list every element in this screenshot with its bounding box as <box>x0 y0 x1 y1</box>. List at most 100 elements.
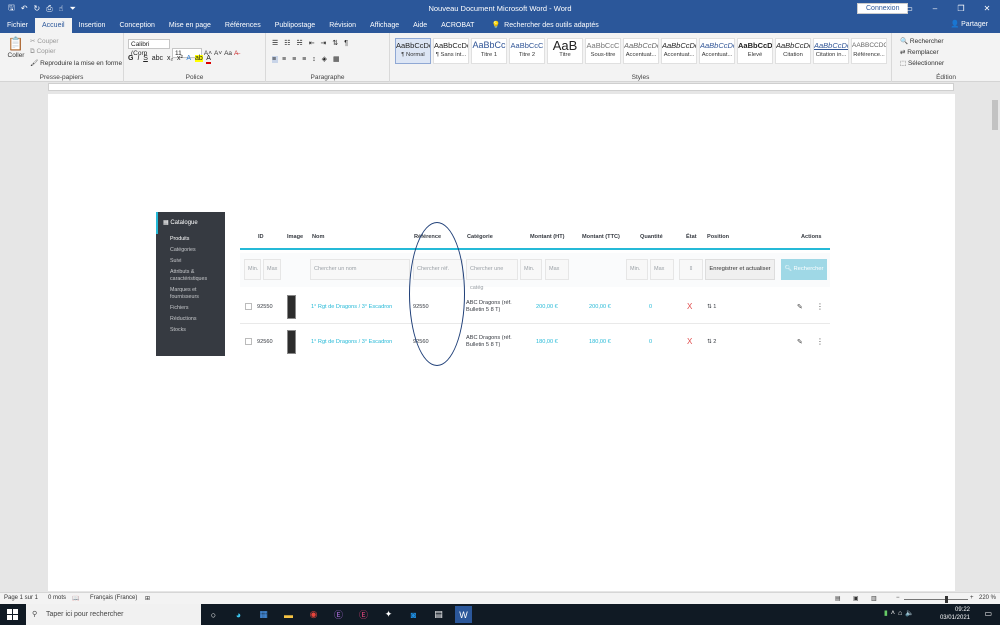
taskbar-search-box[interactable]: ⚲ Taper ici pour rechercher <box>26 604 201 625</box>
strikethrough-icon[interactable]: abc <box>152 55 163 62</box>
app-e-purple-icon[interactable]: Ⓔ <box>330 606 347 623</box>
chrome-icon[interactable]: ◉ <box>305 606 322 623</box>
word-icon[interactable]: W <box>455 606 472 623</box>
change-case-icon[interactable]: Aa <box>224 50 232 57</box>
style-subtitle[interactable]: AaBbCcC Sous-titre <box>585 38 621 64</box>
filter-qty-min[interactable]: Min. <box>626 259 648 280</box>
horizontal-ruler[interactable] <box>0 82 1000 92</box>
tab-conception[interactable]: Conception <box>112 18 161 33</box>
style-heading-2[interactable]: AaBbCcC Titre 2 <box>509 38 545 64</box>
notifications-icon[interactable]: ▭ <box>984 609 992 618</box>
style-emphasis[interactable]: AaBbCcDc Accentuat... <box>661 38 697 64</box>
save-and-refresh-button[interactable]: Enregistrer et actualiser <box>705 259 775 280</box>
zoom-out-icon[interactable]: − <box>896 595 900 601</box>
print-layout-icon[interactable]: ▣ <box>853 595 859 602</box>
style-no-spacing[interactable]: AaBbCcDc ¶ Sans int... <box>433 38 469 64</box>
align-right-icon[interactable]: ≡ <box>292 56 298 63</box>
print-icon[interactable]: ⎙ <box>46 4 52 14</box>
borders-icon[interactable]: ▦ <box>333 56 342 63</box>
highlight-icon[interactable]: ab <box>194 55 203 62</box>
row-position[interactable]: ⇅ 1 <box>707 289 716 324</box>
state-disabled-icon[interactable]: X <box>687 289 692 324</box>
justify-icon[interactable]: ≡ <box>302 56 308 63</box>
more-actions-icon[interactable]: ⋮ <box>816 289 824 324</box>
row-checkbox[interactable] <box>245 324 252 356</box>
row-price-ht[interactable]: 200,00 € <box>536 289 558 324</box>
text-effects-icon[interactable]: A <box>186 55 191 62</box>
tray-chevron-icon[interactable]: ˄ <box>891 610 898 617</box>
increase-indent-icon[interactable]: ⇥ <box>321 40 329 47</box>
tab-insertion[interactable]: Insertion <box>72 18 113 33</box>
save-icon[interactable]: 🖫 <box>8 2 15 16</box>
customize-qat-icon[interactable]: ⏷ <box>70 4 76 14</box>
italic-icon[interactable]: I <box>137 55 139 62</box>
drag-sort-icon[interactable]: ⇅ <box>707 339 712 345</box>
focus-mode-icon[interactable]: ▤ <box>835 595 841 602</box>
subscript-icon[interactable]: x₂ <box>167 55 173 62</box>
decrease-indent-icon[interactable]: ⇤ <box>309 40 317 47</box>
clear-format-icon[interactable]: A̶ <box>234 50 238 57</box>
embedded-screenshot[interactable]: ▦ Catalogue Produits Catégories Suivi At… <box>156 212 846 356</box>
drag-sort-icon[interactable]: ⇅ <box>707 304 712 310</box>
paste-button[interactable]: 📋 Coller <box>6 36 26 59</box>
zoom-in-icon[interactable]: + <box>970 595 974 601</box>
zoom-level[interactable]: 220 % <box>979 595 996 601</box>
state-disabled-icon[interactable]: X <box>687 324 692 356</box>
align-center-icon[interactable]: ≡ <box>282 56 288 63</box>
edge-icon[interactable]: ◕ <box>230 606 247 623</box>
filter-price-max[interactable]: Max <box>545 259 569 280</box>
tab-fichier[interactable]: Fichier <box>0 18 35 33</box>
bullets-icon[interactable]: ☰ <box>272 40 280 47</box>
align-left-icon[interactable]: ≡ <box>272 56 279 63</box>
edit-pencil-icon[interactable]: ✎ <box>797 324 803 356</box>
style-title[interactable]: AaB Titre <box>547 38 583 64</box>
filter-category-input[interactable]: Chercher une catég <box>466 259 518 291</box>
format-painter-button[interactable]: 🖌 Reproduire la mise en forme <box>30 59 122 67</box>
row-price-ttc[interactable]: 200,00 € <box>589 289 611 324</box>
row-name-link[interactable]: 1° Rgt de Dragons / 3° Escadron <box>311 324 392 356</box>
store-icon[interactable]: ▦ <box>255 606 272 623</box>
filter-qty-max[interactable]: Max <box>650 259 674 280</box>
line-spacing-icon[interactable]: ↕ <box>312 56 318 63</box>
style-intense-emphasis[interactable]: AaBbCcDc Accentuat... <box>699 38 735 64</box>
style-subtle-emphasis[interactable]: AaBbCcDc Accentuat... <box>623 38 659 64</box>
numbering-icon[interactable]: ☷ <box>284 40 292 47</box>
filter-id-min[interactable]: Min. <box>244 259 261 280</box>
copy-button[interactable]: ⧉ Copier <box>30 48 56 56</box>
web-layout-icon[interactable]: ▥ <box>871 595 877 602</box>
row-position[interactable]: ⇅ 2 <box>707 324 716 356</box>
filter-price-min[interactable]: Min. <box>520 259 542 280</box>
multilevel-list-icon[interactable]: ☵ <box>296 40 304 47</box>
tab-accueil[interactable]: Accueil <box>35 18 72 33</box>
tab-revision[interactable]: Révision <box>322 18 363 33</box>
style-strong[interactable]: AaBbCcDc Élevé <box>737 38 773 64</box>
file-explorer-icon[interactable]: ▬ <box>280 606 297 623</box>
row-name-link[interactable]: 1° Rgt de Dragons / 3° Escadron <box>311 289 392 324</box>
redo-icon[interactable]: ↻ <box>34 4 41 13</box>
app-e-pink-icon[interactable]: Ⓔ <box>355 606 372 623</box>
style-subtle-reference[interactable]: AABBCCDC Référence... <box>851 38 887 64</box>
tray-app-icon[interactable]: ▮ <box>884 610 891 617</box>
style-normal[interactable]: AaBbCcDc ¶ Normal <box>395 38 431 64</box>
row-price-ttc[interactable]: 180,00 € <box>589 324 611 356</box>
close-icon[interactable]: ✕ <box>974 0 1000 17</box>
minimize-icon[interactable]: – <box>922 0 948 17</box>
row-quantity[interactable]: 0 <box>649 289 652 324</box>
row-quantity[interactable]: 0 <box>649 324 652 356</box>
tab-publipostage[interactable]: Publipostage <box>268 18 322 33</box>
replace-button[interactable]: ⇄ Remplacer <box>900 48 939 56</box>
page-count[interactable]: Page 1 sur 1 <box>4 595 38 601</box>
filter-id-max[interactable]: Max <box>263 259 281 280</box>
checkbox[interactable] <box>245 303 252 310</box>
show-marks-icon[interactable]: ¶ <box>344 40 350 47</box>
language-indicator[interactable]: Français (France) <box>90 595 137 601</box>
touch-mode-icon[interactable]: ☝ <box>59 4 64 13</box>
volume-icon[interactable]: 🔈 <box>905 610 917 617</box>
share-button[interactable]: 👤 Partager <box>950 20 988 28</box>
style-quote[interactable]: AaBbCcDc Citation <box>775 38 811 64</box>
row-price-ht[interactable]: 180,00 € <box>536 324 558 356</box>
clock[interactable]: 09:22 03/01/2021 <box>940 606 970 622</box>
windows-start-icon[interactable] <box>7 609 18 620</box>
row-checkbox[interactable] <box>245 289 252 324</box>
proofing-icon[interactable]: 📖 <box>72 595 79 602</box>
